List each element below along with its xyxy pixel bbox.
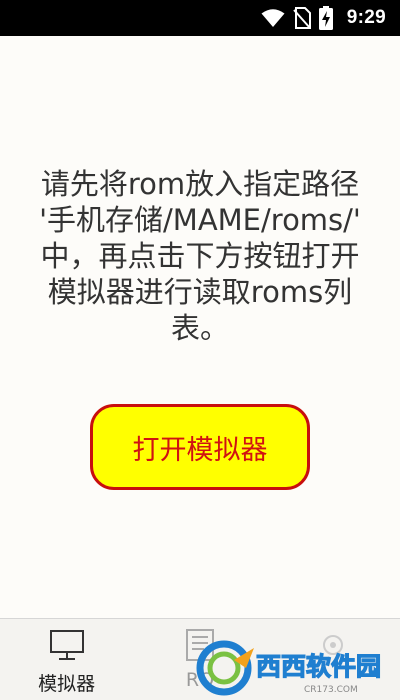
wifi-icon xyxy=(261,8,285,28)
battery-charging-icon xyxy=(318,6,333,30)
status-time: 9:29 xyxy=(346,7,386,28)
status-bar: 9:29 xyxy=(0,0,400,36)
no-sim-icon xyxy=(293,7,311,29)
open-emulator-button[interactable]: 打开模拟器 xyxy=(90,404,310,490)
nav-label-roms: RO xyxy=(185,669,215,691)
bottom-navigation: 模拟器 RO xyxy=(0,618,400,700)
rom-icon xyxy=(184,629,216,661)
settings-icon xyxy=(317,629,349,661)
instruction-line: 表。 xyxy=(170,311,229,345)
nav-item-roms[interactable]: RO xyxy=(133,619,266,700)
nav-item-settings[interactable] xyxy=(267,619,400,700)
instruction-line: 模拟器进行读取roms列 xyxy=(47,275,353,309)
instruction-line: 请先将rom放入指定路径 xyxy=(40,167,360,201)
instruction-line: 中，再点击下方按钮打开 xyxy=(40,239,360,273)
status-icons: 9:29 xyxy=(261,0,386,36)
nav-item-emulator[interactable]: 模拟器 xyxy=(0,619,133,700)
nav-label-emulator: 模拟器 xyxy=(38,673,96,695)
instruction-line: '手机存储/MAME/roms/' xyxy=(39,203,361,237)
app-screen: 9:29 请先将rom放入指定路径 '手机存储/MAME/roms/' 中，再点… xyxy=(0,0,400,700)
instruction-message: 请先将rom放入指定路径 '手机存储/MAME/roms/' 中，再点击下方按钮… xyxy=(20,166,380,346)
monitor-icon xyxy=(48,629,86,661)
